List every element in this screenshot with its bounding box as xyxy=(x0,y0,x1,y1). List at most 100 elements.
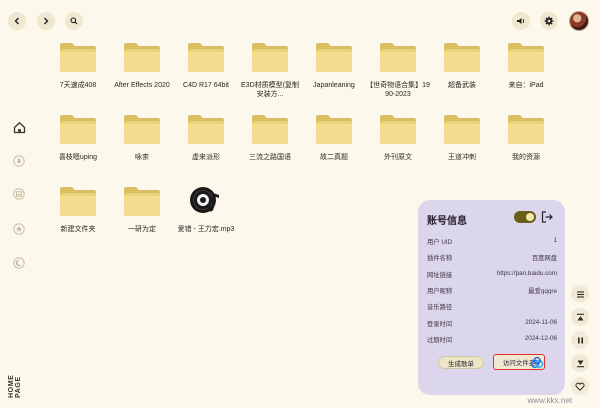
folder-icon xyxy=(252,43,288,72)
file-name: 三流之路国语 xyxy=(249,154,291,161)
rail-hot[interactable] xyxy=(10,152,28,170)
logout-icon[interactable] xyxy=(540,210,554,224)
folder-icon xyxy=(444,43,480,72)
file-name: 我的资源 xyxy=(512,154,540,161)
scroll-bottom-button[interactable] xyxy=(571,354,589,372)
folder-icon xyxy=(508,43,544,72)
folder-item[interactable]: Japanleaning xyxy=(302,40,366,90)
file-name: E3D材质模型(复制安装方... xyxy=(241,82,299,98)
file-name: 来自：iPad xyxy=(508,82,544,89)
back-button[interactable] xyxy=(8,12,26,30)
folder-item[interactable]: 7天速成408 xyxy=(46,40,110,90)
favorite-button[interactable] xyxy=(571,377,589,395)
file-name: 喜枝嗯uping xyxy=(58,154,98,161)
rail-gallery[interactable] xyxy=(10,185,28,203)
folder-icon xyxy=(380,115,416,144)
folder-icon xyxy=(252,115,288,144)
file-name: 王道冲刺 xyxy=(448,154,476,161)
folder-icon xyxy=(380,43,416,72)
folder-icon xyxy=(316,115,352,144)
folder-icon xyxy=(444,115,480,144)
search-icon xyxy=(70,17,78,25)
file-name: 故二真题 xyxy=(320,154,348,161)
home-page-label: HOME PAGE xyxy=(8,374,22,398)
music-disc-icon xyxy=(190,187,219,213)
moon-icon xyxy=(13,257,25,269)
pause-icon xyxy=(577,337,583,343)
folder-icon xyxy=(60,43,96,72)
file-name: 【世奇物语合集】1990-2023 xyxy=(366,82,430,98)
heart-icon xyxy=(575,382,585,391)
folder-item[interactable]: 超备武装 xyxy=(430,40,494,90)
folder-item[interactable]: 咏柰 xyxy=(110,112,174,162)
file-name: After Effects 2020 xyxy=(114,82,170,89)
file-name: 超备武装 xyxy=(448,82,476,89)
folder-item[interactable]: 【世奇物语合集】1990-2023 xyxy=(366,40,430,99)
folder-icon xyxy=(60,187,96,216)
watermark: www.kkx.net xyxy=(527,396,572,405)
volume-button[interactable] xyxy=(512,12,530,30)
folder-item[interactable]: C4D R17 64bit xyxy=(174,40,238,90)
row-value: 百度网盘 xyxy=(531,255,557,263)
chevron-left-icon xyxy=(14,17,19,25)
folder-item[interactable]: 喜枝嗯uping xyxy=(46,112,110,162)
flame-icon xyxy=(13,155,25,167)
row-key: 音乐路径 xyxy=(427,304,453,312)
baidu-netdisk-logo xyxy=(530,356,544,369)
playlist-button[interactable] xyxy=(571,285,589,303)
rail-favorites[interactable] xyxy=(10,220,28,238)
folder-item[interactable]: 我的资源 xyxy=(494,112,558,162)
folder-item[interactable]: 虚来派形 xyxy=(174,112,238,162)
row-key: 过期时间 xyxy=(427,336,453,344)
row-value: 最爱qqqre xyxy=(528,287,557,295)
row-key: 登录时间 xyxy=(427,320,453,328)
folder-icon xyxy=(188,43,224,72)
pause-button[interactable] xyxy=(571,331,589,349)
list-icon xyxy=(576,290,584,298)
file-item-music[interactable]: 爱错 - 王力宏.mp3 xyxy=(174,184,238,234)
row-value: 1 xyxy=(553,237,557,244)
folder-item[interactable]: 王道冲刺 xyxy=(430,112,494,162)
star-icon xyxy=(13,223,25,235)
account-info-row: 过期时间 2024-12-06 xyxy=(427,335,557,345)
folder-item[interactable]: After Effects 2020 xyxy=(110,40,174,90)
row-value: 2024-11-06 xyxy=(525,318,557,326)
account-info-row: 网址链接 https://pan.baidu.com xyxy=(427,270,557,280)
folder-icon xyxy=(124,187,160,216)
file-name: C4D R17 64bit xyxy=(183,82,229,89)
rail-home[interactable] xyxy=(10,118,28,136)
search-button[interactable] xyxy=(65,12,83,30)
file-name: 爱错 - 王力宏.mp3 xyxy=(177,226,235,233)
folder-item[interactable]: 新建文件夹 xyxy=(46,184,110,234)
toggle-knob xyxy=(526,213,534,221)
file-name: 新建文件夹 xyxy=(60,226,96,233)
scroll-top-button[interactable] xyxy=(571,308,589,326)
account-toggle[interactable] xyxy=(514,211,536,223)
folder-item[interactable]: 三流之路国语 xyxy=(238,112,302,162)
panel-title: 账号信息 xyxy=(427,216,467,227)
folder-item[interactable]: 外刊原文 xyxy=(366,112,430,162)
file-name: 咏柰 xyxy=(135,154,149,161)
file-name: Japanleaning xyxy=(313,82,355,89)
home-icon xyxy=(13,121,25,133)
account-info-row: 插件名称 百度网盘 xyxy=(427,253,557,263)
image-icon xyxy=(13,188,25,200)
generate-playlist-button[interactable]: 生成歌单 xyxy=(438,356,484,369)
file-name: 一研为定 xyxy=(128,226,156,233)
folder-item[interactable]: E3D材质模型(复制安装方... xyxy=(238,40,302,99)
row-key: 插件名称 xyxy=(427,255,453,263)
folder-item[interactable]: 来自：iPad xyxy=(494,40,558,90)
account-info-row: 登录时间 2024-11-06 xyxy=(427,319,557,329)
row-key: 用户昵称 xyxy=(427,287,453,295)
row-key: 网址链接 xyxy=(427,271,453,279)
folder-item[interactable]: 一研为定 xyxy=(110,184,174,234)
rail-night[interactable] xyxy=(10,254,28,272)
forward-button[interactable] xyxy=(37,12,55,30)
settings-button[interactable] xyxy=(540,12,558,30)
folder-item[interactable]: 故二真题 xyxy=(302,112,366,162)
file-name: 外刊原文 xyxy=(384,154,412,161)
avatar[interactable] xyxy=(569,11,589,31)
folder-icon xyxy=(508,115,544,144)
row-value: 2024-12-06 xyxy=(524,334,557,342)
file-name: 7天速成408 xyxy=(59,82,97,89)
